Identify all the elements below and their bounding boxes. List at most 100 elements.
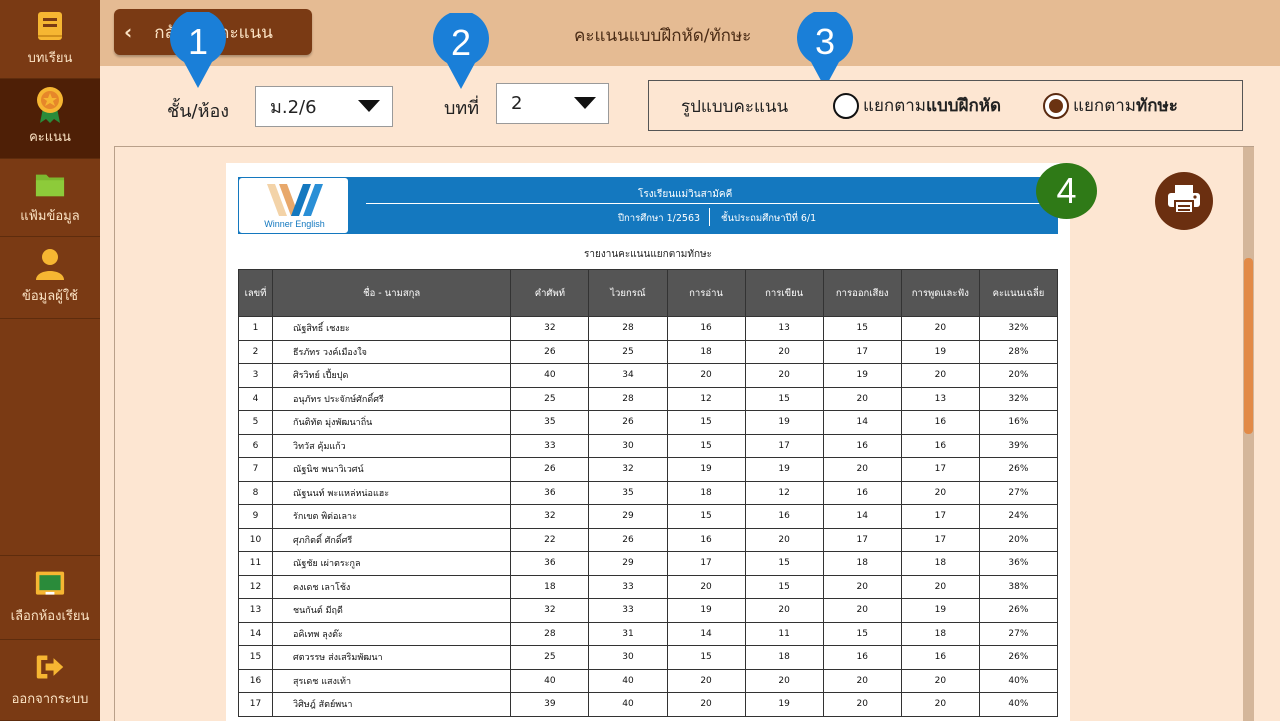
nav-files[interactable]: แฟ้มข้อมูล bbox=[0, 159, 100, 237]
nav-profile[interactable]: ข้อมูลผู้ใช้ bbox=[0, 237, 100, 319]
table-cell: 19 bbox=[900, 339, 980, 364]
student-name-cell: ณัฐนนท์ พะแหล่หน่อแฮะ bbox=[272, 480, 512, 505]
nav-select-class[interactable]: เลือกห้องเรียน bbox=[0, 555, 100, 640]
table-cell: 28 bbox=[588, 386, 668, 411]
table-cell: 26% bbox=[978, 598, 1059, 623]
report-header: Winner English โรงเรียนแม่วินสามัคคี ปีก… bbox=[238, 177, 1058, 234]
table-cell: 13 bbox=[744, 316, 824, 341]
step-marker-2: 2 bbox=[431, 13, 491, 89]
report-title: รายงานคะแนนแยกตามทักษะ bbox=[583, 249, 713, 260]
table-cell: 17 bbox=[900, 504, 980, 529]
table-cell: 33 bbox=[510, 433, 590, 458]
table-cell: 20 bbox=[900, 574, 980, 599]
column-header: คะแนนเฉลี่ย bbox=[978, 269, 1059, 317]
nav-lessons[interactable]: บทเรียน bbox=[0, 0, 100, 79]
table-cell: 20 bbox=[900, 363, 980, 388]
table-cell: 17 bbox=[822, 527, 902, 552]
scrollbar-thumb[interactable] bbox=[1244, 258, 1253, 434]
table-cell: 19 bbox=[744, 692, 824, 717]
table-cell: 5 bbox=[237, 410, 274, 435]
folder-icon bbox=[35, 169, 65, 199]
table-cell: 26 bbox=[588, 527, 668, 552]
table-row: 10 ศุภกิตติ์ ศักดิ์ศรี 22 26 16 20 17 17 20% bbox=[237, 527, 1059, 552]
table-cell: 24% bbox=[978, 504, 1059, 529]
table-row: 2 ธีรภัทร วงค์เมืองใจ 26 25 18 20 17 19 28% bbox=[237, 339, 1059, 364]
nav-lessons-label: บทเรียน bbox=[27, 50, 73, 66]
table-cell: 40 bbox=[510, 668, 590, 693]
winner-english-logo: Winner English bbox=[238, 177, 349, 234]
table-cell: 16 bbox=[822, 433, 902, 458]
table-cell: 20 bbox=[666, 692, 746, 717]
table-cell: 36 bbox=[510, 480, 590, 505]
column-header: เลขที่ bbox=[237, 269, 274, 317]
class-select[interactable]: ม.2/6 bbox=[255, 86, 393, 127]
table-cell: 40 bbox=[510, 363, 590, 388]
column-header: การอ่าน bbox=[666, 269, 746, 317]
table-cell: 20 bbox=[666, 574, 746, 599]
chevron-left-icon: ‹ bbox=[124, 20, 133, 44]
table-cell: 28 bbox=[588, 316, 668, 341]
table-cell: 40 bbox=[588, 692, 668, 717]
table-cell: 17 bbox=[900, 527, 980, 552]
table-row: 7 ณัฐนิช พนาวิเวศน์ 26 32 19 19 20 17 26% bbox=[237, 457, 1059, 482]
lesson-label: บทที่ bbox=[444, 98, 480, 119]
student-name-cell: ณัฐชัย เผ่าตระกูล bbox=[272, 551, 512, 576]
student-name-cell: ณัฐนิช พนาวิเวศน์ bbox=[272, 457, 512, 482]
table-cell: 10 bbox=[237, 527, 274, 552]
table-cell: 40% bbox=[978, 692, 1059, 717]
table-cell: 16 bbox=[900, 433, 980, 458]
table-cell: 26% bbox=[978, 457, 1059, 482]
table-cell: 13 bbox=[900, 386, 980, 411]
nav-scores[interactable]: คะแนน bbox=[0, 79, 100, 159]
step-marker-4: 4 bbox=[1036, 163, 1097, 219]
table-cell: 32 bbox=[510, 504, 590, 529]
class-label: ชั้น/ห้อง bbox=[167, 101, 230, 122]
table-cell: 16 bbox=[666, 527, 746, 552]
table-cell: 39 bbox=[510, 692, 590, 717]
student-name-cell: ณัฐสิทธิ์ เชงยะ bbox=[272, 316, 512, 341]
table-row: 12 คงเดช เลาโช้ง 18 33 20 15 20 20 38% bbox=[237, 574, 1059, 599]
header-divider bbox=[366, 203, 1046, 204]
table-cell: 16 bbox=[822, 645, 902, 670]
table-cell: 19 bbox=[744, 410, 824, 435]
table-cell: 32 bbox=[510, 598, 590, 623]
print-button[interactable] bbox=[1155, 172, 1213, 230]
table-cell: 29 bbox=[588, 504, 668, 529]
table-cell: 33 bbox=[588, 598, 668, 623]
table-cell: 18 bbox=[822, 551, 902, 576]
table-row: 8 ณัฐนนท์ พะแหล่หน่อแฮะ 36 35 18 12 16 20 27% bbox=[237, 480, 1059, 505]
lesson-select[interactable]: 2 bbox=[496, 83, 609, 124]
table-cell: 20 bbox=[822, 574, 902, 599]
scrollbar-track[interactable] bbox=[1243, 147, 1254, 721]
table-cell: 14 bbox=[666, 621, 746, 646]
table-row: 13 ชนกันต์ มีฤดี 32 33 19 20 20 19 26% bbox=[237, 598, 1059, 623]
classroom-board-icon bbox=[35, 569, 65, 599]
table-cell: 15 bbox=[822, 316, 902, 341]
nav-logout[interactable]: ออกจากระบบ bbox=[0, 640, 100, 721]
table-cell: 26% bbox=[978, 645, 1059, 670]
table-cell: 28% bbox=[978, 339, 1059, 364]
table-cell: 18 bbox=[900, 621, 980, 646]
nav-files-label: แฟ้มข้อมูล bbox=[20, 209, 80, 224]
table-header-row: เลขที่ ชื่อ - นามสกุล คำศัพท์ ไวยกรณ์ การอ่า… bbox=[237, 269, 1059, 317]
table-cell: 15 bbox=[666, 645, 746, 670]
radio-by-skill[interactable]: แยกตาม ทักษะ bbox=[1043, 92, 1178, 119]
student-name-cell: คงเดช เลาโช้ง bbox=[272, 574, 512, 599]
table-cell: 18 bbox=[666, 480, 746, 505]
student-name-cell: รักเขต พิต่อเลาะ bbox=[272, 504, 512, 529]
table-cell: 20% bbox=[978, 363, 1059, 388]
table-cell: 20 bbox=[822, 598, 902, 623]
table-row: 6 วิทวัส คุ้มแก้ว 33 30 15 17 16 16 39% bbox=[237, 433, 1059, 458]
table-cell: 16 bbox=[900, 645, 980, 670]
grade-level: ชั้นประถมศึกษาปีที่ 6/1 bbox=[721, 213, 817, 224]
student-name-cell: ศตวรรษ ส่งเสริมพัฒนา bbox=[272, 645, 512, 670]
nav-select-class-label: เลือกห้องเรียน bbox=[10, 609, 90, 624]
radio-by-exercise[interactable]: แยกตาม แบบฝึกหัด bbox=[833, 92, 1001, 119]
column-header: ไวยกรณ์ bbox=[588, 269, 668, 317]
table-cell: 20 bbox=[822, 668, 902, 693]
table-cell: 20 bbox=[744, 598, 824, 623]
logout-icon bbox=[35, 652, 65, 682]
table-cell: 9 bbox=[237, 504, 274, 529]
nav-scores-label: คะแนน bbox=[29, 130, 71, 145]
table-cell: 22 bbox=[510, 527, 590, 552]
